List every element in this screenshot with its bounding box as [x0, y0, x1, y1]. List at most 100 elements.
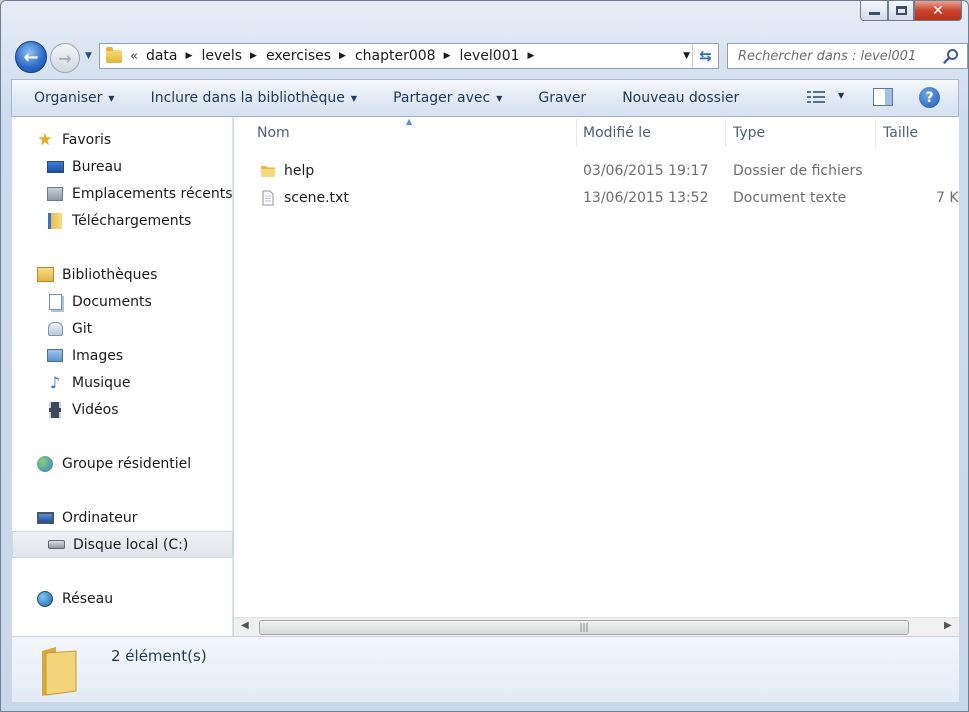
- forward-button[interactable]: →: [50, 43, 80, 73]
- sidebar-item-label: Images: [72, 347, 124, 364]
- breadcrumb-separator[interactable]: ▶: [339, 51, 346, 61]
- breadcrumb-data[interactable]: data: [146, 48, 178, 64]
- videos-library-icon: [46, 401, 64, 419]
- column-divider[interactable]: [875, 119, 876, 147]
- close-icon: ✕: [932, 2, 944, 19]
- scrollbar-grip-icon: |||: [579, 622, 589, 633]
- burn-button[interactable]: Graver: [528, 90, 596, 106]
- git-library-icon: [46, 320, 64, 338]
- sidebar-item-label: Emplacements récents: [72, 185, 233, 202]
- breadcrumb-separator[interactable]: ▶: [528, 51, 535, 61]
- sidebar-item-desktop[interactable]: Bureau: [12, 153, 233, 180]
- sidebar-item-label: Documents: [72, 293, 152, 310]
- view-options-dropdown[interactable]: ▼: [838, 91, 844, 100]
- folder-icon: [42, 647, 77, 696]
- sidebar-item-label: Ordinateur: [62, 509, 138, 526]
- recent-pages-dropdown[interactable]: ▼: [85, 51, 95, 61]
- table-row[interactable]: help 03/06/2015 19:17 Dossier de fichier…: [234, 158, 959, 185]
- share-with-button[interactable]: Partager avec ▼: [383, 90, 512, 106]
- breadcrumb-overflow-button[interactable]: «: [130, 49, 138, 64]
- search-box[interactable]: [727, 43, 968, 69]
- explorer-window: ✕ ← → ▼ « data ▶ levels ▶ exercises ▶ ch…: [0, 0, 969, 712]
- column-header-size[interactable]: Taille: [883, 125, 918, 141]
- scroll-right-button[interactable]: ▶: [944, 620, 952, 631]
- column-header-type[interactable]: Type: [733, 125, 765, 141]
- file-name: scene.txt: [284, 190, 349, 206]
- libraries-icon: [36, 266, 54, 284]
- breadcrumb-separator[interactable]: ▶: [444, 51, 451, 61]
- maximize-icon: [895, 6, 907, 15]
- new-folder-button[interactable]: Nouveau dossier: [612, 90, 749, 106]
- text-file-icon: [262, 190, 274, 206]
- pictures-library-icon: [46, 347, 64, 365]
- refresh-icon: ⇆: [699, 47, 712, 65]
- search-input[interactable]: [736, 47, 936, 65]
- sort-ascending-icon: ▲: [406, 117, 413, 126]
- back-button[interactable]: ←: [15, 41, 47, 73]
- search-icon[interactable]: [943, 48, 959, 64]
- organize-button[interactable]: Organiser ▼: [24, 90, 125, 106]
- preview-pane-icon[interactable]: [873, 88, 893, 106]
- sidebar-item-local-disk[interactable]: Disque local (C:): [12, 531, 233, 558]
- scroll-left-button[interactable]: ◀: [241, 620, 249, 631]
- share-label: Partager avec: [393, 90, 491, 106]
- breadcrumb-levels[interactable]: levels: [201, 48, 242, 64]
- sidebar-item-videos[interactable]: Vidéos: [12, 396, 233, 423]
- documents-library-icon: [46, 293, 64, 311]
- view-options-icon[interactable]: [806, 89, 826, 105]
- item-count: 2 élément(s): [111, 647, 207, 665]
- address-bar[interactable]: « data ▶ levels ▶ exercises ▶ chapter008…: [99, 43, 719, 69]
- maximize-button[interactable]: [888, 1, 914, 21]
- breadcrumb-separator[interactable]: ▶: [250, 51, 257, 61]
- column-divider[interactable]: [725, 119, 726, 147]
- breadcrumb-exercises[interactable]: exercises: [266, 48, 331, 64]
- horizontal-scrollbar[interactable]: ◀ ||| ▶: [234, 617, 959, 636]
- column-header-name[interactable]: Nom: [257, 125, 290, 141]
- file-modified: 03/06/2015 19:17: [583, 163, 709, 179]
- sidebar-item-downloads[interactable]: Téléchargements: [12, 207, 233, 234]
- sidebar-item-label: Disque local (C:): [73, 536, 189, 553]
- column-divider[interactable]: [576, 119, 577, 147]
- help-icon[interactable]: ?: [919, 87, 940, 108]
- sidebar-item-computer[interactable]: Ordinateur: [12, 504, 233, 531]
- sidebar-item-network[interactable]: Réseau: [12, 585, 233, 612]
- sidebar-item-music[interactable]: ♪ Musique: [12, 369, 233, 396]
- close-button[interactable]: ✕: [914, 1, 962, 21]
- chevron-down-icon: ▼: [496, 93, 503, 103]
- breadcrumb-chapter008[interactable]: chapter008: [355, 48, 436, 64]
- breadcrumb-separator[interactable]: ▶: [186, 51, 193, 61]
- sidebar-item-documents[interactable]: Documents: [12, 288, 233, 315]
- refresh-button[interactable]: ⇆: [692, 44, 718, 68]
- sidebar-item-homegroup[interactable]: Groupe résidentiel: [12, 450, 233, 477]
- file-name: help: [284, 163, 315, 179]
- sidebar-item-label: Groupe résidentiel: [62, 455, 192, 472]
- scrollbar-thumb[interactable]: |||: [259, 620, 909, 635]
- file-modified: 13/06/2015 13:52: [583, 190, 709, 206]
- navigation-pane: ★ Favoris Bureau Emplacements récents Té…: [12, 117, 233, 636]
- command-bar: Organiser ▼ Inclure dans la bibliothèque ▼…: [11, 79, 959, 117]
- recent-places-icon: [46, 185, 64, 203]
- breadcrumb-level001[interactable]: level001: [460, 48, 520, 64]
- include-in-library-button[interactable]: Inclure dans la bibliothèque ▼: [141, 90, 368, 106]
- sidebar-item-libraries[interactable]: Bibliothèques: [12, 261, 233, 288]
- forward-arrow-icon: →: [58, 48, 72, 68]
- caption-buttons: ✕: [860, 1, 962, 27]
- minimize-button[interactable]: [860, 1, 888, 21]
- sidebar-item-label: Musique: [72, 374, 131, 391]
- sidebar-item-pictures[interactable]: Images: [12, 342, 233, 369]
- table-row[interactable]: scene.txt 13/06/2015 13:52 Document text…: [234, 185, 959, 212]
- downloads-folder-icon: [46, 212, 64, 230]
- file-type: Dossier de fichiers: [733, 163, 863, 179]
- sidebar-item-label: Git: [72, 320, 93, 337]
- back-arrow-icon: ←: [23, 46, 39, 68]
- sidebar-item-recent-places[interactable]: Emplacements récents: [12, 180, 233, 207]
- column-header-modified[interactable]: Modifié le: [583, 125, 651, 141]
- address-history-dropdown[interactable]: ▼: [683, 51, 690, 61]
- chevron-down-icon: ▼: [350, 93, 358, 103]
- music-library-icon: ♪: [49, 373, 61, 392]
- file-list: ▲ Nom Modifié le Type Taille help 03/06/…: [234, 117, 959, 617]
- sidebar-item-label: Réseau: [62, 590, 114, 607]
- file-type: Document texte: [733, 190, 847, 206]
- sidebar-item-git[interactable]: Git: [12, 315, 233, 342]
- sidebar-item-favorites[interactable]: ★ Favoris: [12, 126, 233, 153]
